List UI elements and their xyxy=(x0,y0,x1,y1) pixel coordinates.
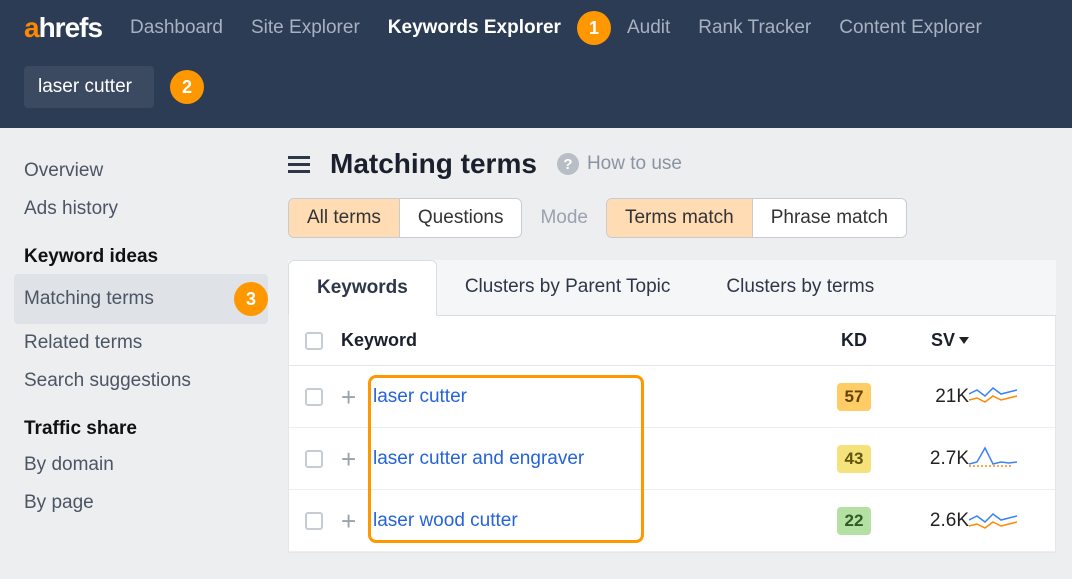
mode-label: Mode xyxy=(540,207,588,229)
sparkline-icon xyxy=(969,380,1021,408)
topbar: ahrefs Dashboard Site Explorer Keywords … xyxy=(0,0,1072,56)
tab-clusters-terms[interactable]: Clusters by terms xyxy=(698,260,902,315)
plus-icon[interactable]: + xyxy=(341,510,363,532)
annotation-badge-3: 3 xyxy=(234,282,268,316)
sidebar-matching-terms[interactable]: Matching terms 3 xyxy=(14,274,268,324)
row-checkbox[interactable] xyxy=(305,388,323,406)
how-to-use-link[interactable]: ? How to use xyxy=(557,153,682,175)
sidebar-ads-history[interactable]: Ads history xyxy=(24,190,268,228)
row-checkbox[interactable] xyxy=(305,512,323,530)
sidebar-overview[interactable]: Overview xyxy=(24,152,268,190)
sv-value: 2.6K xyxy=(930,510,969,532)
nav-content-explorer[interactable]: Content Explorer xyxy=(839,17,982,39)
nav-rank-tracker[interactable]: Rank Tracker xyxy=(698,17,811,39)
main: Matching terms ? How to use All terms Qu… xyxy=(280,128,1072,553)
col-keyword-header[interactable]: Keyword xyxy=(341,330,819,351)
mode-filter-group: Terms match Phrase match xyxy=(606,198,907,238)
filter-questions[interactable]: Questions xyxy=(400,199,522,237)
kd-badge: 57 xyxy=(837,383,872,411)
sidebar-search-suggestions[interactable]: Search suggestions xyxy=(24,362,268,400)
keyword-link[interactable]: laser cutter and engraver xyxy=(373,448,584,469)
nav-keywords-explorer[interactable]: Keywords Explorer xyxy=(388,17,561,39)
kd-badge: 43 xyxy=(837,445,872,473)
keyword-table: Keyword KD SV + laser cutter 57 21K + la… xyxy=(288,316,1056,553)
sidebar-heading-traffic-share: Traffic share xyxy=(24,400,268,446)
how-to-use-label: How to use xyxy=(587,153,682,175)
sidebar-by-page[interactable]: By page xyxy=(24,484,268,522)
logo[interactable]: ahrefs xyxy=(24,12,102,44)
sidebar-by-domain[interactable]: By domain xyxy=(24,446,268,484)
question-icon: ? xyxy=(557,153,579,175)
tab-keywords[interactable]: Keywords xyxy=(288,260,437,316)
filter-terms-match[interactable]: Terms match xyxy=(607,199,753,237)
col-sv-label: SV xyxy=(931,330,955,351)
kd-badge: 22 xyxy=(837,507,872,535)
sparkline-icon xyxy=(969,442,1021,470)
sidebar-related-terms[interactable]: Related terms xyxy=(24,324,268,362)
table-row: + laser wood cutter 22 2.6K xyxy=(289,490,1055,552)
sidebar: Overview Ads history Keyword ideas Match… xyxy=(0,128,280,553)
select-all-checkbox[interactable] xyxy=(305,332,323,350)
row-checkbox[interactable] xyxy=(305,450,323,468)
nav-audit[interactable]: Audit xyxy=(627,17,670,39)
title-row: Matching terms ? How to use xyxy=(288,148,1056,180)
nav-site-explorer[interactable]: Site Explorer xyxy=(251,17,360,39)
annotation-badge-1: 1 xyxy=(577,11,611,45)
col-sv-header[interactable]: SV xyxy=(889,330,969,351)
col-kd-header[interactable]: KD xyxy=(819,330,889,351)
filter-all-terms[interactable]: All terms xyxy=(289,199,400,237)
tab-clusters-parent[interactable]: Clusters by Parent Topic xyxy=(437,260,699,315)
table-row: + laser cutter and engraver 43 2.7K xyxy=(289,428,1055,490)
sidebar-item-label: Matching terms xyxy=(24,288,154,310)
sidebar-heading-keyword-ideas: Keyword ideas xyxy=(24,228,268,274)
logo-rest: hrefs xyxy=(39,12,102,43)
nav-dashboard[interactable]: Dashboard xyxy=(130,17,223,39)
sort-desc-icon xyxy=(959,337,969,344)
logo-a: a xyxy=(24,12,39,43)
content: Overview Ads history Keyword ideas Match… xyxy=(0,128,1072,553)
terms-filter-group: All terms Questions xyxy=(288,198,522,238)
table-header: Keyword KD SV xyxy=(289,316,1055,366)
keyword-link[interactable]: laser wood cutter xyxy=(373,510,518,531)
keyword-search-input[interactable] xyxy=(24,66,154,108)
hamburger-icon[interactable] xyxy=(288,156,310,173)
tabs: Keywords Clusters by Parent Topic Cluste… xyxy=(288,260,1056,316)
table-row: + laser cutter 57 21K xyxy=(289,366,1055,428)
keyword-link[interactable]: laser cutter xyxy=(373,386,467,407)
filter-phrase-match[interactable]: Phrase match xyxy=(753,199,906,237)
plus-icon[interactable]: + xyxy=(341,448,363,470)
filters-row: All terms Questions Mode Terms match Phr… xyxy=(288,198,1056,238)
sv-value: 21K xyxy=(935,386,969,408)
sparkline-icon xyxy=(969,504,1021,532)
page-title: Matching terms xyxy=(330,148,537,180)
sv-value: 2.7K xyxy=(930,448,969,470)
plus-icon[interactable]: + xyxy=(341,386,363,408)
search-row: 2 xyxy=(0,56,1072,128)
annotation-badge-2: 2 xyxy=(170,70,204,104)
